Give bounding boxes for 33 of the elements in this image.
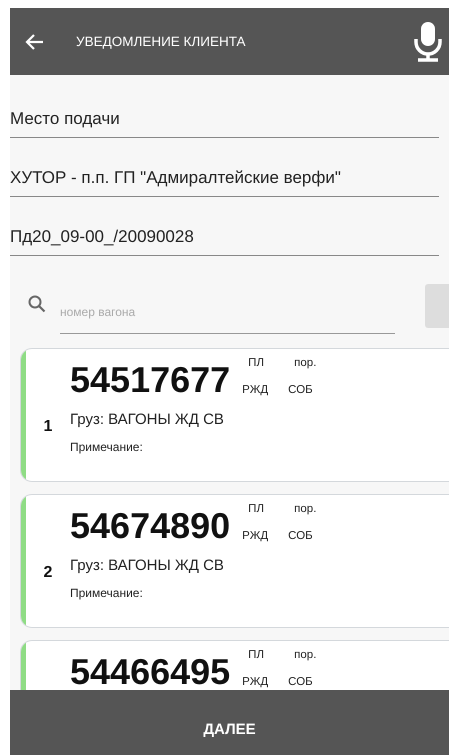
cargo-text: Груз: ВАГОНЫ ЖД СВ [70,411,225,428]
microphone-icon[interactable] [413,20,443,62]
wagon-tag: ПЛ [248,649,288,666]
screen-title: УВЕДОМЛЕНИЕ КЛИЕНТА [76,34,247,49]
next-button[interactable]: ДАЛЕЕ [10,690,449,755]
cargo-text: Груз: ВАГОНЫ ЖД СВ [70,557,225,574]
wagon-tag: СОБ [288,676,328,690]
wagon-tag: ПЛ [248,503,288,520]
text-field[interactable]: Пд20_09-00_/20090028 [10,213,439,256]
wagon-tag: РЖД [242,384,288,401]
wagon-card[interactable]: 1 54517677 ПЛ пор. РЖД СОБ Груз: ВАГОНЫ ЖД СВ Примечание: [20,348,449,482]
text-field[interactable]: Место подачи [10,95,439,138]
wagon-tag: ПЛ [248,357,288,374]
wagon-card[interactable]: 54466495 ПЛ пор. РЖД СОБ [20,640,449,690]
back-button[interactable] [24,32,44,50]
wagon-number: 54674890 [70,505,230,547]
wagon-tag: пор. [294,503,328,520]
wagon-tag: РЖД [242,676,288,690]
wagon-number: 54466495 [70,651,230,690]
row-number: 1 [44,418,52,436]
note-label: Примечание: [70,440,144,454]
row-number: 2 [44,564,52,582]
wagon-tag: СОБ [288,384,328,401]
wagon-number: 54517677 [70,359,230,401]
search-field[interactable]: номер вагона [60,294,395,334]
search-icon[interactable] [28,295,46,313]
wagon-tag: СОБ [288,530,328,547]
note-label: Примечание: [70,586,144,600]
wagon-card[interactable]: 2 54674890 ПЛ пор. РЖД СОБ Груз: ВАГОНЫ ЖД СВ Примечание: [20,494,449,628]
wagon-tag: пор. [294,649,328,666]
text-field[interactable]: ХУТОР - п.п. ГП "Адмиралтейские верфи" [10,154,439,197]
wagon-tag: пор. [294,357,328,374]
wagon-tag: РЖД [242,530,288,547]
